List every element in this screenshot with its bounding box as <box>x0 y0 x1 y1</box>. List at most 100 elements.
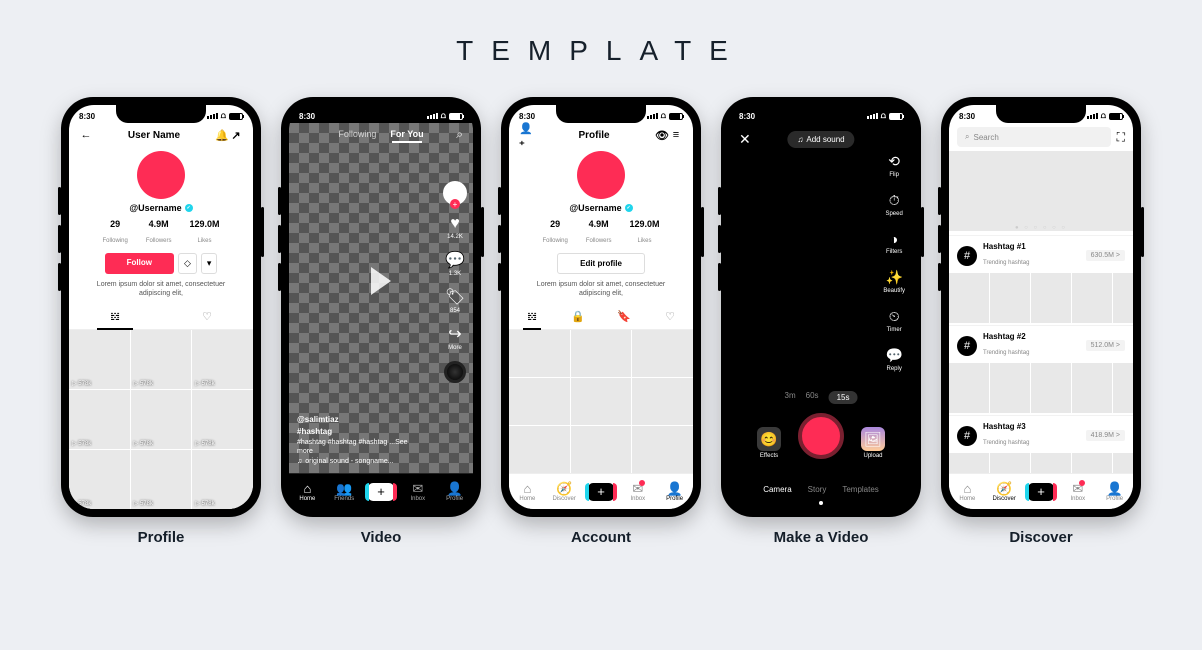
back-icon[interactable]: ← <box>79 128 93 142</box>
share-button[interactable]: ↪More <box>448 324 462 351</box>
nav-home[interactable]: ⌂Home <box>949 474 986 509</box>
dropdown-button[interactable]: ▾ <box>201 253 218 274</box>
tool-flip[interactable]: ⟲Flip <box>888 153 900 178</box>
nav-discover[interactable]: 🧭Discover <box>546 474 583 509</box>
hashtag-row[interactable]: # Hashtag #2Trending hashtag 512.0M > <box>949 325 1133 415</box>
grid-cell[interactable]: ▷ 578k <box>192 450 253 509</box>
dur-60s[interactable]: 60s <box>806 391 819 404</box>
add-sound-button[interactable]: ♫Add sound <box>787 131 854 148</box>
bio-text: Lorem ipsum dolor sit amet, consectetuer… <box>69 274 253 304</box>
mode-story[interactable]: Story <box>808 485 827 494</box>
avatar[interactable] <box>577 151 625 199</box>
tool-reply[interactable]: 💬Reply <box>885 347 902 372</box>
video-area[interactable]: Following For You ⌕ ♥14.2K 💬1.3K 🏷854 ↪M… <box>289 123 473 473</box>
duration-selector: 3m 60s 15s <box>785 391 858 404</box>
stat-followers[interactable]: 4.9MFollowers <box>586 219 612 247</box>
tab-grid[interactable]: 𝍌 <box>69 304 161 329</box>
mode-templates[interactable]: Templates <box>842 485 878 494</box>
caption-text[interactable]: #hashtag #hashtag #hashtag ...See more <box>297 439 408 456</box>
add-user-icon[interactable]: 👤₊ <box>519 128 533 142</box>
tab-following[interactable]: Following <box>338 129 376 139</box>
menu-icon[interactable]: ≡ <box>669 128 683 142</box>
tab-saved[interactable]: 🔖 <box>601 304 647 329</box>
nav-create[interactable]: + <box>363 474 400 509</box>
stat-followers[interactable]: 4.9MFollowers <box>146 219 172 247</box>
comment-icon: 💬 <box>445 250 465 270</box>
profile-icon: 👤 <box>666 482 682 495</box>
play-icon[interactable] <box>371 267 391 295</box>
edit-profile-button[interactable]: Edit profile <box>557 253 645 274</box>
tool-timer[interactable]: ⏲Timer <box>887 308 902 333</box>
sound-disc[interactable] <box>444 361 466 383</box>
author-avatar[interactable] <box>443 181 467 205</box>
nav-create[interactable]: + <box>583 474 620 509</box>
tab-liked[interactable]: ♡ <box>161 304 253 329</box>
stat-likes[interactable]: 129.0MLikes <box>190 219 220 247</box>
notch <box>996 105 1086 123</box>
tab-foryou[interactable]: For You <box>390 129 423 139</box>
author-handle[interactable]: @salimtiaz <box>297 415 339 424</box>
grid-cell[interactable]: ▷ 578k <box>69 450 130 509</box>
like-button[interactable]: ♥14.2K <box>447 215 463 240</box>
caption-profile: Profile <box>138 529 185 547</box>
nav-home[interactable]: ⌂Home <box>509 474 546 509</box>
notch <box>336 105 426 123</box>
upload-button[interactable]: 🖼Upload <box>861 427 885 459</box>
follow-button[interactable]: Follow <box>105 253 174 274</box>
nav-inbox[interactable]: ✉Inbox <box>399 474 436 509</box>
grid-cell[interactable]: ▷ 578k <box>69 330 130 389</box>
search-input[interactable]: ⌕Search <box>957 127 1111 147</box>
profile-icon: 👤 <box>1106 482 1122 495</box>
record-button[interactable] <box>798 413 844 459</box>
instagram-button[interactable]: ◇ <box>178 253 197 274</box>
video-strip[interactable] <box>949 271 1133 325</box>
nav-friends[interactable]: 👥Friends <box>326 474 363 509</box>
share-icon: ↪ <box>448 324 461 344</box>
stat-likes[interactable]: 129.0MLikes <box>630 219 660 247</box>
nav-inbox[interactable]: ✉Inbox <box>1059 474 1096 509</box>
grid-cell[interactable]: ▷ 578k <box>192 330 253 389</box>
grid-cell[interactable] <box>509 330 570 377</box>
eye-icon[interactable]: 👁 <box>655 128 669 142</box>
stat-following[interactable]: 29Following <box>542 219 567 247</box>
tab-liked[interactable]: ♡ <box>647 304 693 329</box>
tool-filters[interactable]: ◑Filters <box>886 231 902 255</box>
tool-beautify[interactable]: ✨Beautify <box>883 269 905 294</box>
phone-frame: 8:30 ⩍ ✕ ♫Add sound ⟲Flip ⏱Speed ◑Filter… <box>721 97 921 517</box>
inbox-icon: ✉ <box>632 482 643 495</box>
share-icon[interactable]: ↗ <box>229 128 243 142</box>
banner[interactable] <box>949 151 1133 231</box>
stat-following[interactable]: 29Following <box>102 219 127 247</box>
search-icon[interactable]: ⌕ <box>456 127 463 142</box>
tab-grid[interactable]: 𝍌 <box>509 304 555 329</box>
grid-cell[interactable]: ▷ 578k <box>131 390 192 449</box>
nav-home[interactable]: ⌂Home <box>289 474 326 509</box>
mode-camera[interactable]: Camera <box>763 485 791 494</box>
nav-discover[interactable]: 🧭Discover <box>986 474 1023 509</box>
tab-private[interactable]: 🔒 <box>555 304 601 329</box>
grid-cell[interactable]: ▷ 578k <box>192 390 253 449</box>
nav-profile[interactable]: 👤Profile <box>656 474 693 509</box>
close-icon[interactable]: ✕ <box>739 131 751 148</box>
search-icon: ⌕ <box>965 132 969 142</box>
comment-button[interactable]: 💬1.3K <box>445 250 465 277</box>
nav-profile[interactable]: 👤Profile <box>436 474 473 509</box>
hashtag-row[interactable]: # Hashtag #3Trending hashtag 418.9M > <box>949 415 1133 473</box>
nav-create[interactable]: + <box>1023 474 1060 509</box>
nav-profile[interactable]: 👤Profile <box>1096 474 1133 509</box>
tool-speed[interactable]: ⏱Speed <box>885 192 902 217</box>
grid-cell[interactable]: ▷ 578k <box>69 390 130 449</box>
sound-link[interactable]: ♫original sound - songname... <box>297 457 423 467</box>
save-button[interactable]: 🏷854 <box>445 287 465 314</box>
nav-inbox[interactable]: ✉Inbox <box>619 474 656 509</box>
bell-icon[interactable]: 🔔 <box>215 128 229 142</box>
effects-button[interactable]: 😊Effects <box>757 427 781 459</box>
grid-cell[interactable]: ▷ 578k <box>131 330 192 389</box>
dur-15s[interactable]: 15s <box>829 391 858 404</box>
dur-3m[interactable]: 3m <box>785 391 796 404</box>
scan-icon[interactable]: ⛶ <box>1117 130 1125 145</box>
hashtag-row[interactable]: # Hashtag #1Trending hashtag 630.5M > <box>949 235 1133 325</box>
avatar[interactable] <box>137 151 185 199</box>
grid-cell[interactable]: ▷ 578k <box>131 450 192 509</box>
friends-icon: 👥 <box>336 482 352 495</box>
